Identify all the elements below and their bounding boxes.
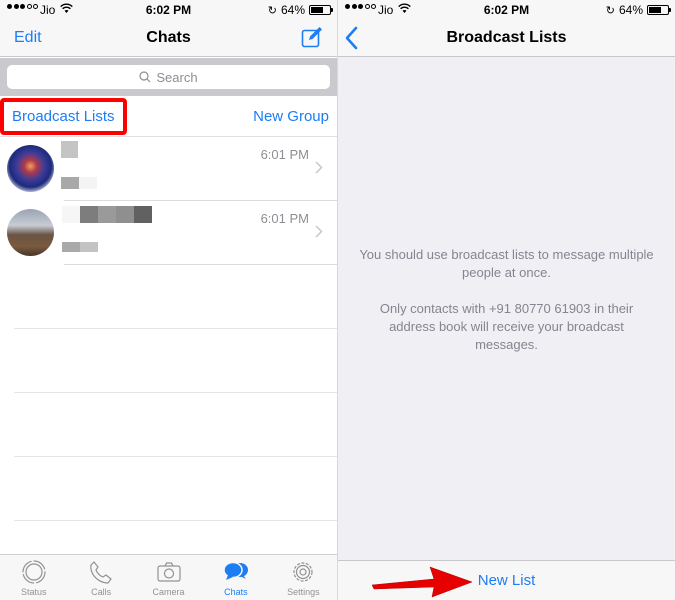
chat-list-item[interactable]: 6:01 PM (0, 137, 337, 201)
gear-icon (293, 562, 313, 582)
chat-actions-row: Broadcast Lists New Group (0, 96, 337, 137)
chevron-right-icon (315, 225, 323, 238)
row-divider (14, 520, 337, 521)
tab-settings[interactable]: Settings (270, 555, 337, 600)
empty-row (0, 265, 337, 329)
battery-icon (647, 5, 671, 15)
blurred-message-preview-part (80, 242, 98, 252)
broadcast-lists-label: Broadcast Lists (12, 108, 115, 125)
chevron-right-icon (315, 161, 323, 174)
new-group-button[interactable]: New Group (253, 108, 329, 125)
status-icon (22, 560, 46, 584)
battery-percent: 64% (618, 3, 643, 17)
compose-icon[interactable] (301, 26, 323, 48)
tab-label: Chats (224, 587, 248, 597)
bottom-toolbar: New List (338, 560, 675, 600)
chat-list-item[interactable]: 6:01 PM (0, 201, 337, 265)
chat-time: 6:01 PM (260, 147, 309, 162)
phone-icon (90, 561, 112, 584)
blurred-contact-name (61, 141, 78, 158)
empty-row (0, 457, 337, 521)
search-input[interactable]: Search (7, 65, 330, 89)
tab-label: Status (20, 587, 47, 597)
navigation-bar: Broadcast Lists (338, 20, 675, 57)
tab-chats[interactable]: Chats (202, 555, 269, 600)
chat-list: 6:01 PM 6:01 PM (0, 137, 337, 521)
tab-calls[interactable]: Calls (67, 555, 134, 600)
navigation-bar: Edit Chats (0, 20, 337, 57)
blurred-message-preview (61, 177, 79, 189)
chat-time: 6:01 PM (260, 211, 309, 226)
status-bar: Jio 6:02 PM ↻ 64% (338, 0, 675, 20)
info-text: Only contacts with +91 80770 61903 in th… (379, 301, 634, 352)
empty-row (0, 329, 337, 393)
blurred-message-preview (62, 242, 80, 252)
annotation-arrow-icon (372, 566, 473, 598)
tab-camera[interactable]: Camera (135, 555, 202, 600)
tab-label: Camera (152, 587, 185, 597)
blurred-contact-name (62, 206, 80, 223)
avatar (7, 145, 54, 192)
broadcast-info: You should use broadcast lists to messag… (358, 246, 655, 354)
search-icon (139, 71, 151, 83)
orientation-lock-icon: ↻ (605, 4, 615, 17)
battery-icon (309, 5, 333, 15)
chats-screen: Jio 6:02 PM ↻ 64% Edit Chats Search Broa… (0, 0, 337, 600)
blurred-contact-name-part (134, 206, 152, 223)
search-bar-container: Search (0, 58, 337, 96)
battery-percent: 64% (280, 3, 305, 17)
broadcast-lists-button[interactable]: Broadcast Lists (0, 98, 127, 135)
page-title: Broadcast Lists (446, 29, 567, 46)
avatar (7, 209, 54, 256)
camera-icon (156, 562, 181, 582)
empty-row (0, 393, 337, 457)
search-placeholder: Search (156, 69, 198, 85)
page-title: Chats (146, 29, 191, 46)
tab-bar: Status Calls Camera Chats Settings (0, 554, 337, 600)
orientation-lock-icon: ↻ (267, 4, 277, 17)
blurred-contact-name-part (98, 206, 116, 223)
tab-label: Calls (91, 587, 112, 597)
chat-bubbles-icon (223, 561, 248, 580)
broadcast-lists-screen: Jio 6:02 PM ↻ 64% Broadcast Lists You sh… (338, 0, 675, 600)
blurred-contact-name-part (80, 206, 98, 223)
info-text: You should use broadcast lists to messag… (359, 247, 654, 280)
tab-label: Settings (287, 587, 320, 597)
status-bar: Jio 6:02 PM ↻ 64% (0, 0, 337, 20)
tab-status[interactable]: Status (0, 555, 67, 600)
blurred-message-preview-part (79, 177, 97, 189)
blurred-contact-name-part (116, 206, 134, 223)
